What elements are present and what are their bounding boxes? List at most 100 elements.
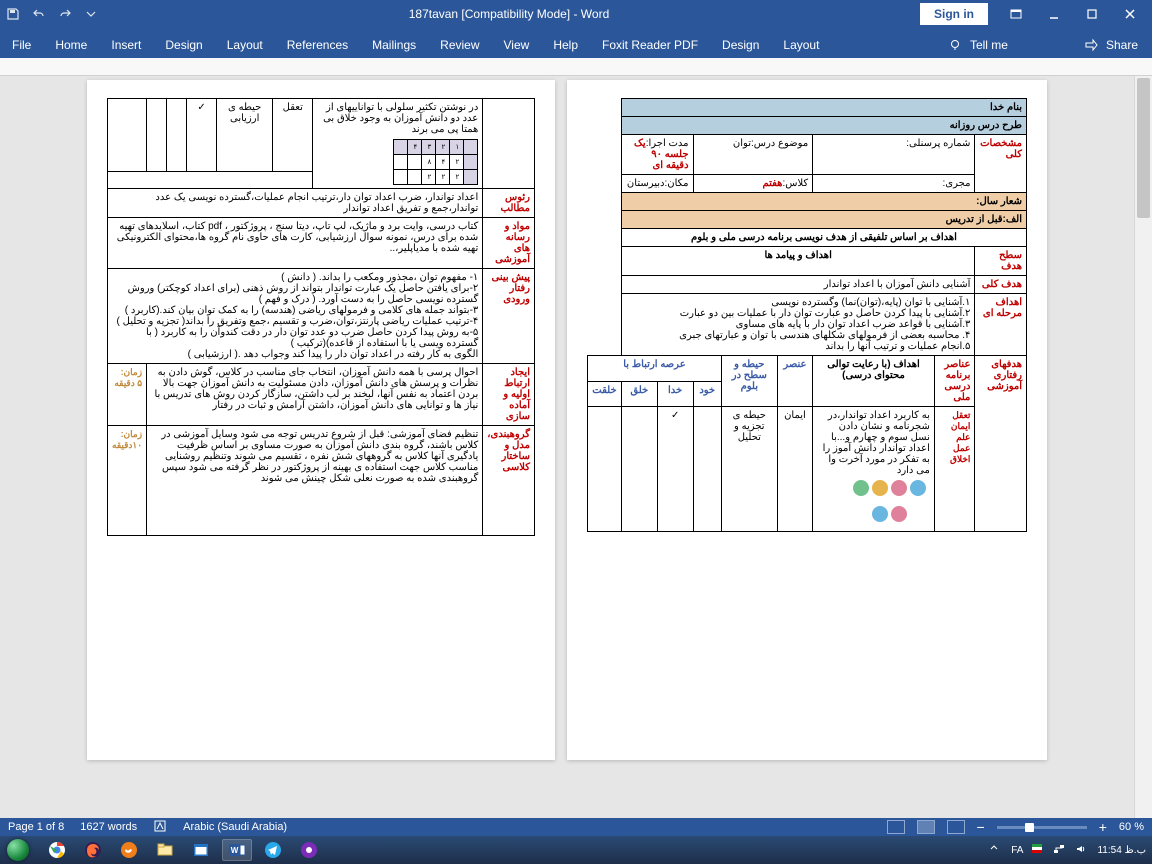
sub-khalqat: خلقت <box>588 381 622 407</box>
tab-layout[interactable]: Layout <box>215 32 275 58</box>
bism-header: بنام خدا <box>621 99 1026 117</box>
document-area: ✥ در نوشتن تکثیر سلولی با تواناییهای از … <box>0 58 1152 820</box>
zoom-out-button[interactable]: − <box>977 819 985 835</box>
proofing-icon[interactable] <box>153 819 167 836</box>
tray-language[interactable]: FA <box>1011 845 1023 856</box>
group-label: گروهبندی، مدل و ساختار کلاسی <box>483 426 535 536</box>
kolli-text: آشنایی دانش آموزان با اعداد تواندار <box>621 276 975 294</box>
zoom-slider[interactable] <box>997 826 1087 829</box>
tab-review[interactable]: Review <box>428 32 491 58</box>
window-title: 187tavan [Compatibility Mode] - Word <box>98 7 920 21</box>
tab-home[interactable]: Home <box>43 32 99 58</box>
zoom-level[interactable]: 60 % <box>1119 821 1144 833</box>
ijad-time: زمان: ۵ دقیقه <box>108 364 147 426</box>
raftari-label: هدفهای رفتاری آموزشی <box>975 356 1027 532</box>
heyte-col: حیطه و سطح در بلوم <box>721 356 777 407</box>
vertical-scrollbar[interactable] <box>1134 76 1152 820</box>
taskbar-explorer-icon[interactable] <box>150 839 180 861</box>
tray-ampm: ب.ظ <box>1125 845 1146 856</box>
sub-khod: خود <box>693 381 721 407</box>
subject-cell: موضوع درس:توان <box>693 135 813 175</box>
start-button[interactable] <box>0 836 36 864</box>
tab-foxit[interactable]: Foxit Reader PDF <box>590 32 710 58</box>
zoom-in-button[interactable]: + <box>1099 819 1107 835</box>
row2-c3: حیطه ی تجزیه و تحلیل <box>721 407 777 532</box>
taskbar-calendar-icon[interactable] <box>186 839 216 861</box>
cell-taq: تعقل <box>273 99 313 172</box>
marhale-label: اهداف مرحله ای <box>975 294 1027 356</box>
scrollbar-thumb[interactable] <box>1137 78 1150 218</box>
tell-me-search[interactable]: Tell me <box>970 38 1008 52</box>
read-mode-icon[interactable] <box>887 820 905 834</box>
row2-c2: ایمان <box>777 407 812 532</box>
web-layout-icon[interactable] <box>947 820 965 834</box>
ribbon-display-options-icon[interactable] <box>1006 4 1026 24</box>
taskbar-app-icon[interactable] <box>294 839 324 861</box>
print-layout-icon[interactable] <box>917 820 935 834</box>
undo-icon[interactable] <box>32 7 46 21</box>
tray-volume-icon[interactable] <box>1075 843 1089 857</box>
sub-khalq: خلق <box>621 381 657 407</box>
tab-table-layout[interactable]: Layout <box>771 32 831 58</box>
taskbar-word-icon[interactable]: W <box>222 839 252 861</box>
checkmark: ✓ <box>657 407 693 532</box>
page-2[interactable]: در نوشتن تکثیر سلولی با تواناییهای از عد… <box>87 80 555 760</box>
group-text: تنظیم فضای آموزشی: قبل از شروع تدریس توج… <box>147 426 483 536</box>
redo-icon[interactable] <box>58 7 72 21</box>
tab-table-design[interactable]: Design <box>710 32 771 58</box>
status-page[interactable]: Page 1 of 8 <box>8 821 64 833</box>
tab-design[interactable]: Design <box>153 32 214 58</box>
close-icon[interactable] <box>1120 4 1140 24</box>
personnel-cell: شماره پرسنلی: <box>813 135 975 175</box>
tab-mailings[interactable]: Mailings <box>360 32 428 58</box>
zoom-slider-thumb[interactable] <box>1025 823 1034 832</box>
status-bar: Page 1 of 8 1627 words Arabic (Saudi Ara… <box>0 818 1152 836</box>
tray-time[interactable]: 11:54 <box>1097 845 1121 856</box>
pish-text: ۱- مفهوم توان ،مجذور ومکعب را بداند. ( د… <box>108 269 483 364</box>
row2-c1: تعقل ایمان علم عمل اخلاق <box>934 407 975 532</box>
cell-text: در نوشتن تکثیر سلولی با تواناییهای از عد… <box>317 102 478 135</box>
share-icon <box>1084 38 1098 52</box>
cell-arz: حیطه ی ارزیابی <box>217 99 273 172</box>
class-label: کلاس: <box>782 178 808 189</box>
tab-view[interactable]: View <box>492 32 542 58</box>
checkmark-cell: ✓ <box>187 99 217 172</box>
minimize-icon[interactable] <box>1044 4 1064 24</box>
tray-flag-icon[interactable] <box>1031 843 1045 857</box>
sign-in-button[interactable]: Sign in <box>920 3 988 25</box>
tray-chevron-icon[interactable] <box>989 843 1003 857</box>
tab-file[interactable]: File <box>0 32 43 58</box>
qat-customize-icon[interactable] <box>84 7 98 21</box>
maximize-icon[interactable] <box>1082 4 1102 24</box>
taskbar-firefox-icon[interactable] <box>78 839 108 861</box>
ruler[interactable] <box>0 58 1152 76</box>
status-words[interactable]: 1627 words <box>80 821 137 833</box>
taskbar-telegram-icon[interactable] <box>258 839 288 861</box>
ahdaf-col: اهداف (با رعایت توالی محتوای درسی) <box>813 356 935 407</box>
family-illustration <box>850 480 930 528</box>
goals-header: اهداف بر اساس تلفیقی از هدف نویسی برنامه… <box>621 229 1026 247</box>
page-1[interactable]: بنام خدا طرح درس روزانه مشخصات کلی شماره… <box>567 80 1047 760</box>
taskbar-eitaa-icon[interactable] <box>114 839 144 861</box>
sub-khoda: خدا <box>657 381 693 407</box>
tab-insert[interactable]: Insert <box>99 32 153 58</box>
row2-text: به کاربرد اعداد تواندار،در شجرنامه و نشا… <box>817 410 930 476</box>
teacher-cell: مجری: <box>813 175 975 193</box>
plan-title: طرح درس روزانه <box>621 117 1026 135</box>
save-icon[interactable] <box>6 7 20 21</box>
status-language[interactable]: Arabic (Saudi Arabia) <box>183 821 287 833</box>
onsor-col: عنصر <box>777 356 812 407</box>
tab-references[interactable]: References <box>275 32 360 58</box>
tab-help[interactable]: Help <box>541 32 590 58</box>
ijad-label: ایجاد ارتباط اولیه و آماده سازی <box>483 364 535 426</box>
share-button[interactable]: Share <box>1106 38 1138 52</box>
taskbar-chrome-icon[interactable] <box>42 839 72 861</box>
alef-section: الف:قبل از تدریس <box>621 211 1026 229</box>
kolli-label: هدف کلی <box>975 276 1027 294</box>
tray-network-icon[interactable] <box>1053 843 1067 857</box>
school-cell: مکان:دبیرستان <box>621 175 693 193</box>
group-time: زمان: ۱۰دقیقه <box>108 426 147 536</box>
class-value: هفتم <box>762 178 782 189</box>
marhale-text: ۱.آشنایی با توان (پایه،(توان)نما) وگسترد… <box>621 294 975 356</box>
taskbar: W FA ب.ظ 11:54 <box>0 836 1152 864</box>
